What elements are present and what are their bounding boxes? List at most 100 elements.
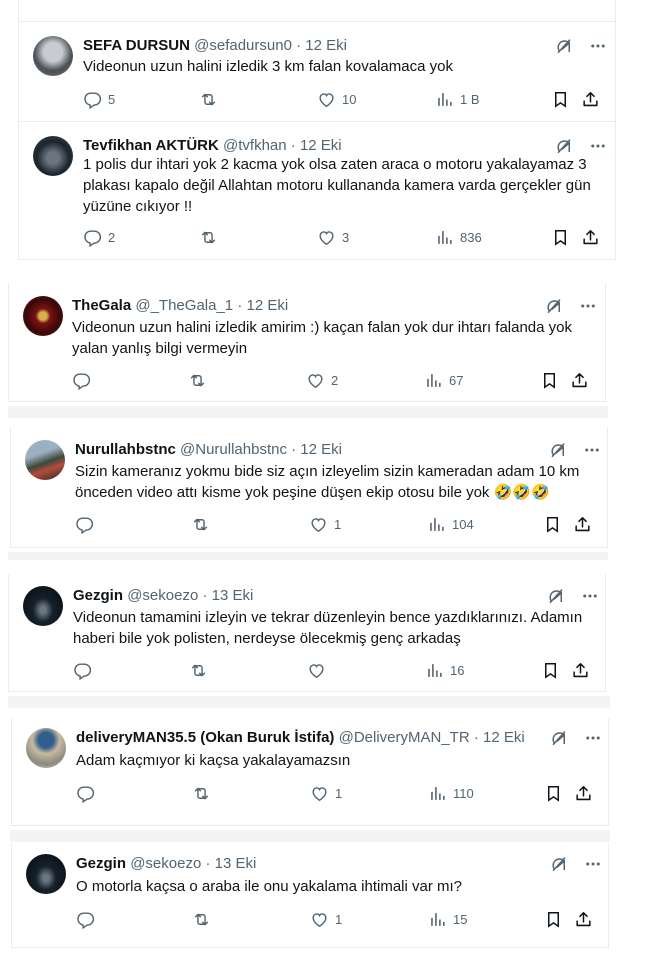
more-icon[interactable]: [589, 37, 607, 55]
reply-button[interactable]: [76, 908, 101, 930]
author-handle[interactable]: @DeliveryMAN_TR: [339, 729, 470, 746]
grok-icon[interactable]: [547, 587, 565, 605]
views-button[interactable]: 110: [428, 782, 474, 804]
reply-button[interactable]: [76, 782, 101, 804]
bookmark-button[interactable]: [551, 88, 570, 110]
grok-icon[interactable]: [549, 441, 567, 459]
more-icon[interactable]: [584, 855, 602, 873]
reply-button[interactable]: [75, 513, 100, 535]
separator: [10, 830, 610, 842]
share-button[interactable]: [574, 782, 593, 804]
tweet-6[interactable]: deliveryMAN35.5 (Okan Buruk İstifa) @Del…: [11, 718, 609, 826]
action-bar: 1 110: [76, 782, 596, 804]
tweet-4[interactable]: Nurullahbstnc @Nurullahbstnc · 12 Eki Si…: [10, 428, 608, 548]
author-name[interactable]: Gezgin: [73, 587, 123, 604]
views-button[interactable]: 67: [424, 369, 463, 391]
author-name[interactable]: deliveryMAN35.5 (Okan Buruk İstifa): [76, 729, 334, 746]
like-button[interactable]: 3: [317, 226, 349, 248]
views-count: 16: [450, 662, 465, 678]
retweet-button[interactable]: [188, 369, 213, 391]
grok-icon[interactable]: [550, 729, 568, 747]
like-button[interactable]: 1: [310, 782, 342, 804]
avatar[interactable]: [23, 586, 63, 626]
like-button[interactable]: 10: [317, 88, 356, 110]
retweet-button[interactable]: [199, 226, 224, 248]
like-button[interactable]: 1: [309, 513, 341, 535]
bookmark-button[interactable]: [540, 369, 559, 391]
more-icon[interactable]: [584, 729, 602, 747]
author-handle[interactable]: @_TheGala_1: [135, 297, 233, 314]
tweet-date[interactable]: · 12 Eki: [291, 137, 342, 154]
tweet-date[interactable]: · 13 Eki: [202, 587, 253, 604]
reply-button[interactable]: 2: [83, 226, 115, 248]
like-button[interactable]: [307, 659, 332, 681]
tweet-5[interactable]: Gezgin @sekoezo · 13 Eki Videonun tamami…: [8, 574, 606, 692]
like-button[interactable]: 2: [306, 369, 338, 391]
retweet-button[interactable]: [189, 659, 214, 681]
like-icon: [317, 90, 336, 109]
bookmark-button[interactable]: [551, 226, 570, 248]
tweet-3[interactable]: TheGala @_TheGala_1 · 12 Eki Videonun uz…: [8, 284, 606, 402]
retweet-button[interactable]: [192, 908, 217, 930]
avatar[interactable]: [25, 440, 65, 480]
views-button[interactable]: 16: [425, 659, 464, 681]
like-button[interactable]: 1: [310, 908, 342, 930]
tweet-date[interactable]: · 12 Eki: [296, 37, 347, 54]
grok-icon[interactable]: [550, 855, 568, 873]
grok-icon[interactable]: [555, 137, 573, 155]
avatar[interactable]: [33, 36, 73, 76]
more-icon[interactable]: [579, 297, 597, 315]
author-name[interactable]: SEFA DURSUN: [83, 37, 190, 54]
share-button[interactable]: [581, 88, 600, 110]
reply-count: 2: [108, 229, 116, 245]
tweet-1[interactable]: SEFA DURSUN @sefadursun0 · 12 Eki Videon…: [18, 22, 616, 122]
share-button[interactable]: [573, 513, 592, 535]
share-button[interactable]: [574, 908, 593, 930]
grok-icon[interactable]: [555, 37, 573, 55]
author-name[interactable]: Gezgin: [76, 855, 126, 872]
author-handle[interactable]: @sekoezo: [127, 587, 198, 604]
views-button[interactable]: 15: [428, 908, 467, 930]
author-handle[interactable]: @tvfkhan: [223, 137, 287, 154]
tweet-top-icons: [555, 36, 607, 56]
author-handle[interactable]: @sefadursun0: [194, 37, 292, 54]
views-button[interactable]: 1 B: [435, 88, 480, 110]
grok-icon[interactable]: [545, 297, 563, 315]
bookmark-button[interactable]: [541, 659, 560, 681]
more-icon[interactable]: [581, 587, 599, 605]
tweet-date[interactable]: · 12 Eki: [291, 441, 342, 458]
bookmark-icon: [541, 661, 560, 680]
like-count: 2: [331, 372, 339, 388]
more-icon[interactable]: [583, 441, 601, 459]
share-button[interactable]: [570, 369, 589, 391]
share-button[interactable]: [571, 659, 590, 681]
author-handle[interactable]: @Nurullahbstnc: [180, 441, 287, 458]
views-button[interactable]: 104: [427, 513, 474, 535]
retweet-button[interactable]: [192, 782, 217, 804]
avatar[interactable]: [23, 296, 63, 336]
tweet-2[interactable]: Tevfikhan AKTÜRK @tvfkhan · 12 Eki 1 pol…: [18, 122, 616, 260]
avatar[interactable]: [26, 854, 66, 894]
avatar[interactable]: [26, 728, 66, 768]
tweet-date[interactable]: · 13 Eki: [205, 855, 256, 872]
tweet-7[interactable]: Gezgin @sekoezo · 13 Eki O motorla kaçsa…: [11, 844, 609, 948]
reply-button[interactable]: [72, 369, 97, 391]
tweet-date[interactable]: · 12 Eki: [237, 297, 288, 314]
tweet-date[interactable]: · 12 Eki: [474, 729, 525, 746]
more-icon[interactable]: [589, 137, 607, 155]
author-name[interactable]: Nurullahbstnc: [75, 441, 176, 458]
author-name[interactable]: TheGala: [72, 297, 131, 314]
bookmark-button[interactable]: [543, 513, 562, 535]
retweet-button[interactable]: [191, 513, 216, 535]
bookmark-button[interactable]: [544, 782, 563, 804]
avatar[interactable]: [33, 136, 73, 176]
reply-button[interactable]: [73, 659, 98, 681]
retweet-button[interactable]: [199, 88, 224, 110]
share-button[interactable]: [581, 226, 600, 248]
author-handle[interactable]: @sekoezo: [130, 855, 201, 872]
author-name[interactable]: Tevfikhan AKTÜRK: [83, 137, 219, 154]
bookmark-button[interactable]: [544, 908, 563, 930]
reply-button[interactable]: 5: [83, 88, 115, 110]
tweet-text: Videonun tamamini izleyin ve tekrar düze…: [73, 609, 583, 647]
views-button[interactable]: 836: [435, 226, 482, 248]
